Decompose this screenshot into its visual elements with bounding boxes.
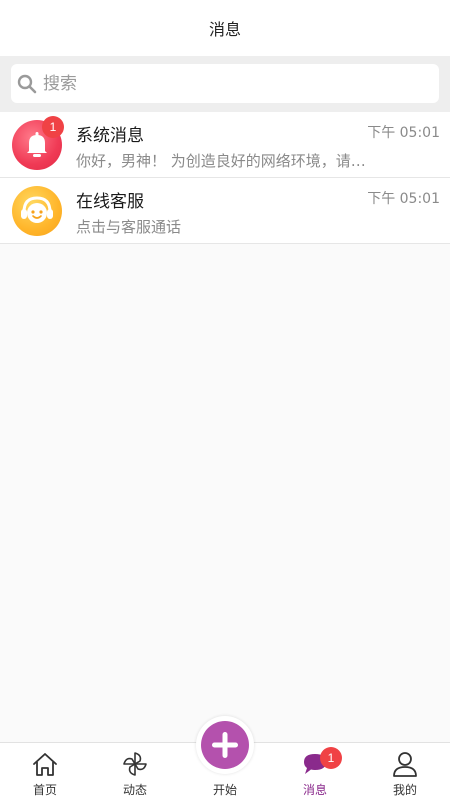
message-item-system[interactable]: 1 系统消息 你好，男神！ 为创造良好的网络环境，请遵守平台规范 下午 05:0… [0, 112, 450, 178]
search-box[interactable] [11, 64, 439, 103]
tab-home[interactable]: 首页 [0, 743, 90, 801]
message-sender: 在线客服 [76, 192, 144, 212]
tab-profile[interactable]: 我的 [360, 743, 450, 801]
unread-badge: 1 [320, 747, 342, 769]
top-bar: 消息 [0, 0, 450, 56]
tab-label: 消息 [302, 783, 327, 797]
message-sender: 系统消息 [76, 126, 144, 146]
tab-label: 动态 [122, 783, 147, 797]
customer-service-icon [21, 196, 53, 223]
search-input[interactable] [43, 73, 403, 94]
tab-label: 首页 [32, 783, 57, 797]
tab-label: 开始 [212, 783, 237, 797]
start-button-circle [201, 721, 249, 769]
message-list: 1 系统消息 你好，男神！ 为创造良好的网络环境，请遵守平台规范 下午 05:0… [0, 112, 450, 244]
message-time: 下午 05:01 [367, 191, 440, 207]
user-icon [393, 752, 417, 777]
customer-service-avatar [12, 186, 62, 236]
tab-messages[interactable]: 1 消息 [270, 743, 360, 801]
message-preview: 点击与客服通话 [76, 218, 182, 236]
search-area [0, 56, 450, 112]
page-title: 消息 [208, 20, 241, 39]
message-time: 下午 05:01 [367, 125, 440, 141]
message-item-service[interactable]: 在线客服 点击与客服通话 下午 05:01 [0, 178, 450, 244]
message-preview: 你好，男神！ 为创造良好的网络环境，请遵守平台规范 [76, 152, 366, 170]
home-icon [33, 753, 57, 776]
plus-icon [212, 732, 238, 758]
tab-feed[interactable]: 动态 [90, 743, 180, 801]
start-button[interactable] [196, 716, 254, 774]
unread-badge: 1 [42, 116, 64, 138]
tab-label: 我的 [392, 783, 417, 797]
search-icon [17, 74, 37, 94]
pinwheel-icon [123, 752, 147, 776]
